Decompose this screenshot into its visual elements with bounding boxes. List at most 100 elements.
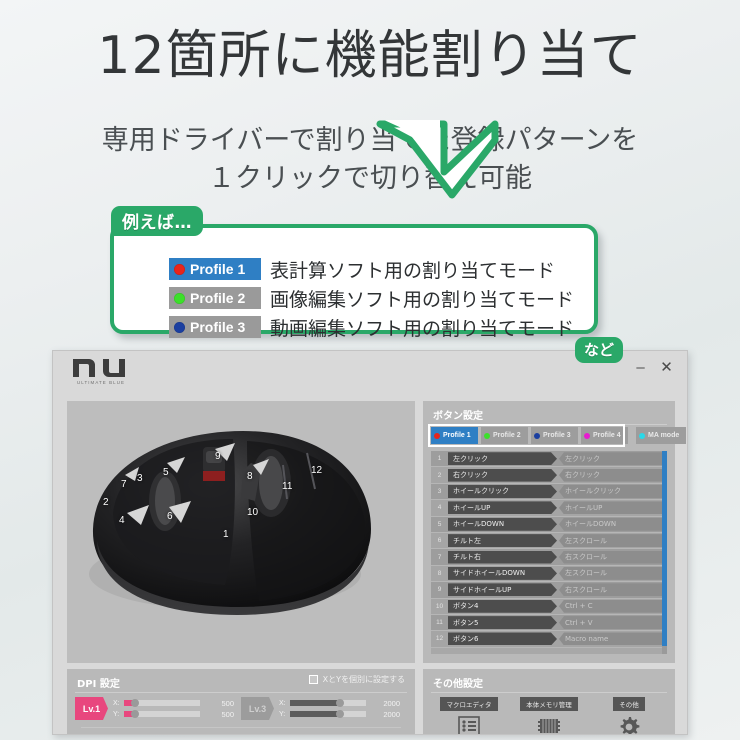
memory-icon[interactable] <box>536 716 562 735</box>
row-assignment[interactable]: 右クリック <box>559 469 667 482</box>
profile-description: 画像編集ソフト用の割り当てモード <box>270 285 574 312</box>
dpi-slider-y[interactable] <box>290 711 366 717</box>
example-callout: Profile 1 表計算ソフト用の割り当てモード Profile 2 画像編集ソフト… <box>105 206 605 341</box>
profile-chip-label: Profile 1 <box>190 261 245 277</box>
mouse-callout-number: 7 <box>121 479 127 490</box>
dpi-sliders: X:2000Y:2000 <box>279 698 400 720</box>
profile-tab-3[interactable]: Profile 3 <box>531 427 578 444</box>
mouse-callout-number: 1 <box>223 529 229 540</box>
row-assignment[interactable]: ホイールクリック <box>559 485 667 498</box>
table-row[interactable]: 3ホイールクリックホイールクリック <box>431 484 667 500</box>
divider <box>431 424 667 425</box>
minimize-button[interactable]: – <box>632 359 649 376</box>
row-assignment[interactable]: 右スクロール <box>559 583 667 596</box>
profile-color-dot <box>174 293 185 304</box>
row-button-name: ホイールクリック <box>448 485 557 498</box>
row-assignment[interactable]: 右スクロール <box>559 551 667 564</box>
mouse-callout-number: 2 <box>103 497 109 508</box>
gear-icon[interactable] <box>618 716 640 735</box>
table-row[interactable]: 6チルト左左スクロール <box>431 533 667 549</box>
table-row[interactable]: 11ボタン5Ctrl + V <box>431 615 667 631</box>
dpi-row-top: Lv.1X:500Y:500Lv.3X:2000Y:2000 <box>75 697 407 720</box>
other-settings-items: マクロエディタ⌄本体メモリ管理⌄その他⌄ <box>429 697 669 735</box>
xy-separate-label: XとYを個別に設定する <box>323 674 405 685</box>
row-index: 5 <box>431 521 448 528</box>
dpi-level-badge[interactable]: Lv.3 <box>241 697 274 720</box>
row-assignment[interactable]: Ctrl + C <box>559 600 667 613</box>
mouse-image: 123456789101112 <box>75 409 407 655</box>
row-button-name: ボタン5 <box>448 616 557 629</box>
row-index: 12 <box>431 635 448 642</box>
driver-application-window: ULTIMATE BLUE – ✕ <box>52 350 688 735</box>
dpi-slider-y[interactable] <box>124 711 200 717</box>
slider-knob[interactable] <box>131 710 139 718</box>
profile-color-dot <box>534 433 540 439</box>
ma-mode-label: MA mode <box>648 432 679 439</box>
row-assignment[interactable]: 左スクロール <box>559 534 667 547</box>
table-row[interactable]: 4ホイールUPホイールUP <box>431 500 667 516</box>
other-setting-item: マクロエディタ⌄ <box>429 697 509 735</box>
dpi-slider-x[interactable] <box>124 700 200 706</box>
dpi-value-y: 2000 <box>374 710 400 719</box>
profile-chip: Profile 2 <box>169 287 261 309</box>
row-index: 9 <box>431 586 448 593</box>
dpi-slider-y-row: Y:500 <box>113 709 234 720</box>
row-index: 4 <box>431 504 448 511</box>
profile-description: 表計算ソフト用の割り当てモード <box>270 256 555 283</box>
dpi-sliders: X: 500Y:500 <box>113 698 234 720</box>
dpi-value-x: 500 <box>208 699 234 708</box>
close-button[interactable]: ✕ <box>658 359 675 376</box>
row-assignment[interactable]: ホイールUP <box>559 501 667 514</box>
table-row[interactable]: 8サイドホイールDOWN左スクロール <box>431 566 667 582</box>
profile-tab-2[interactable]: Profile 2 <box>481 427 528 444</box>
ma-mode-tab[interactable]: MA mode <box>636 427 686 444</box>
table-row[interactable]: 1左クリック左クリック <box>431 451 667 467</box>
ma-mode-color-dot <box>639 433 645 439</box>
table-row[interactable]: 5ホイールDOWNホイールDOWN <box>431 517 667 533</box>
slider-fill <box>290 711 340 717</box>
other-setting-button[interactable]: その他 <box>613 697 645 711</box>
xy-separate-checkbox-row[interactable]: XとYを個別に設定する <box>309 674 405 685</box>
profile-tab-4[interactable]: Profile 4 <box>581 427 628 444</box>
slider-knob[interactable] <box>336 710 344 718</box>
row-index: 1 <box>431 455 448 462</box>
axis-label-x: X: <box>113 700 124 707</box>
axis-label-x: X: <box>279 700 290 707</box>
other-setting-item: その他⌄ <box>589 697 669 735</box>
table-scrollbar[interactable] <box>662 451 667 654</box>
profile-tab-1[interactable]: Profile 1 <box>431 427 478 444</box>
dpi-level-lv1[interactable]: Lv.1 X: 500Y:500 <box>75 697 241 720</box>
axis-label-y: Y: <box>279 711 290 718</box>
profile-color-dot <box>434 433 440 439</box>
table-row[interactable]: 7チルト右右スクロール <box>431 549 667 565</box>
other-settings-panel: その他設定 マクロエディタ⌄本体メモリ管理⌄その他⌄ <box>423 669 675 735</box>
example-bubble: Profile 1 表計算ソフト用の割り当てモード Profile 2 画像編集ソフト… <box>110 224 598 334</box>
divider <box>81 727 401 728</box>
row-button-name: ボタン4 <box>448 600 557 613</box>
row-button-name: サイドホイールUP <box>448 583 557 596</box>
row-assignment[interactable]: 左スクロール <box>559 567 667 580</box>
row-assignment[interactable]: Ctrl + V <box>559 616 667 629</box>
row-assignment[interactable]: Macro name <box>559 632 667 645</box>
other-setting-button[interactable]: マクロエディタ <box>440 697 497 711</box>
other-setting-button[interactable]: 本体メモリ管理 <box>520 697 578 711</box>
slider-fill <box>290 700 340 706</box>
table-row[interactable]: 12ボタン6Macro name <box>431 631 667 647</box>
table-row[interactable]: 10ボタン4Ctrl + C <box>431 599 667 615</box>
row-assignment[interactable]: 左クリック <box>559 452 667 465</box>
axis-label-y: Y: <box>113 711 124 718</box>
dpi-slider-x[interactable] <box>290 700 366 706</box>
list-icon[interactable] <box>458 716 480 735</box>
table-row[interactable]: 2右クリック右クリック <box>431 467 667 483</box>
row-assignment[interactable]: ホイールDOWN <box>559 518 667 531</box>
row-index: 8 <box>431 570 448 577</box>
table-row[interactable]: 9サイドホイールUP右スクロール <box>431 582 667 598</box>
profile-example-row: Profile 2 画像編集ソフト用の割り当てモード <box>169 285 574 311</box>
row-button-name: 左クリック <box>448 452 557 465</box>
slider-knob[interactable] <box>336 699 344 707</box>
slider-knob[interactable] <box>131 699 139 707</box>
dpi-level-badge[interactable]: Lv.1 <box>75 697 108 720</box>
dpi-level-lv3[interactable]: Lv.3X:2000Y:2000 <box>241 697 407 720</box>
table-scrollbar-thumb[interactable] <box>662 451 667 646</box>
xy-separate-checkbox[interactable] <box>309 675 318 684</box>
